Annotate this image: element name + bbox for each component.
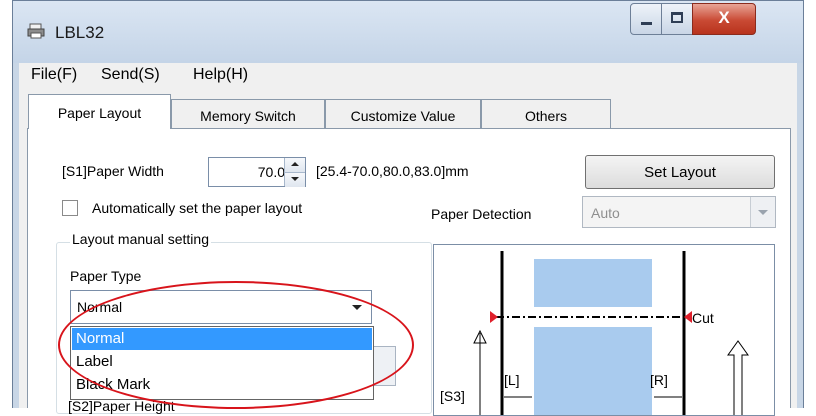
paper-type-select[interactable]: Normal [70,290,372,324]
chevron-down-icon [750,197,775,227]
set-layout-button[interactable]: Set Layout [585,155,775,189]
maximize-button[interactable] [661,3,693,35]
paper-detection-label: Paper Detection [431,206,532,222]
tab-memory-switch[interactable]: Memory Switch [171,99,325,128]
title-bar[interactable]: LBL32 X [13,1,803,63]
spinner-buttons [284,158,305,187]
group-title: Layout manual setting [70,231,211,247]
paper-type-dropdown-list: Normal Label Black Mark [70,326,374,400]
tab-others[interactable]: Others [481,99,611,128]
close-button[interactable]: X [692,3,756,35]
option-black-mark[interactable]: Black Mark [72,374,372,396]
s3-label: [S3] [440,388,465,404]
menu-bar: File(F) Send(S) Help(H) [19,63,797,88]
r-label: [R] [650,372,668,388]
printer-icon [27,23,45,39]
spin-up-arrow-icon[interactable] [285,158,305,172]
paper-block-upper [534,259,652,307]
close-icon: X [718,8,730,27]
auto-layout-checkbox[interactable] [62,200,78,216]
paper-width-range: [25.4-70.0,80.0,83.0]mm [316,163,469,179]
menu-file[interactable]: File(F) [31,66,77,84]
chevron-down-icon[interactable] [345,293,369,321]
tab-customize-value[interactable]: Customize Value [325,99,481,128]
auto-layout-label: Automatically set the paper layout [92,200,303,216]
window-title: LBL32 [55,23,105,42]
paper-width-spinner[interactable]: 70.0 [208,157,306,187]
cut-label: Cut [692,310,714,326]
spin-down-arrow-icon[interactable] [285,172,305,187]
menu-help[interactable]: Help(H) [193,66,248,84]
paper-type-label: Paper Type [70,268,142,284]
option-normal[interactable]: Normal [72,328,372,350]
feed-direction-arrow-icon [727,340,749,415]
paper-layout-diagram: Cut [S3] [L] [R] [433,244,775,416]
layout-diagram-svg: Cut [S3] [L] [R] [440,251,749,415]
paper-width-label: [S1]Paper Width [62,163,164,179]
paper-width-value[interactable]: 70.0 [209,164,285,180]
paper-type-value: Normal [77,299,123,315]
paper-detection-value: Auto [591,205,620,221]
menu-send[interactable]: Send(S) [101,66,160,84]
l-label: [L] [504,372,520,388]
paper-block-lower [534,327,652,415]
paper-detection-select: Auto [582,196,776,228]
cut-marker-left-icon [490,311,498,323]
paper-height-label: [S2]Paper Height [68,398,175,414]
option-label[interactable]: Label [72,351,372,373]
tab-paper-layout[interactable]: Paper Layout [28,94,171,129]
minimize-button[interactable] [630,3,662,35]
